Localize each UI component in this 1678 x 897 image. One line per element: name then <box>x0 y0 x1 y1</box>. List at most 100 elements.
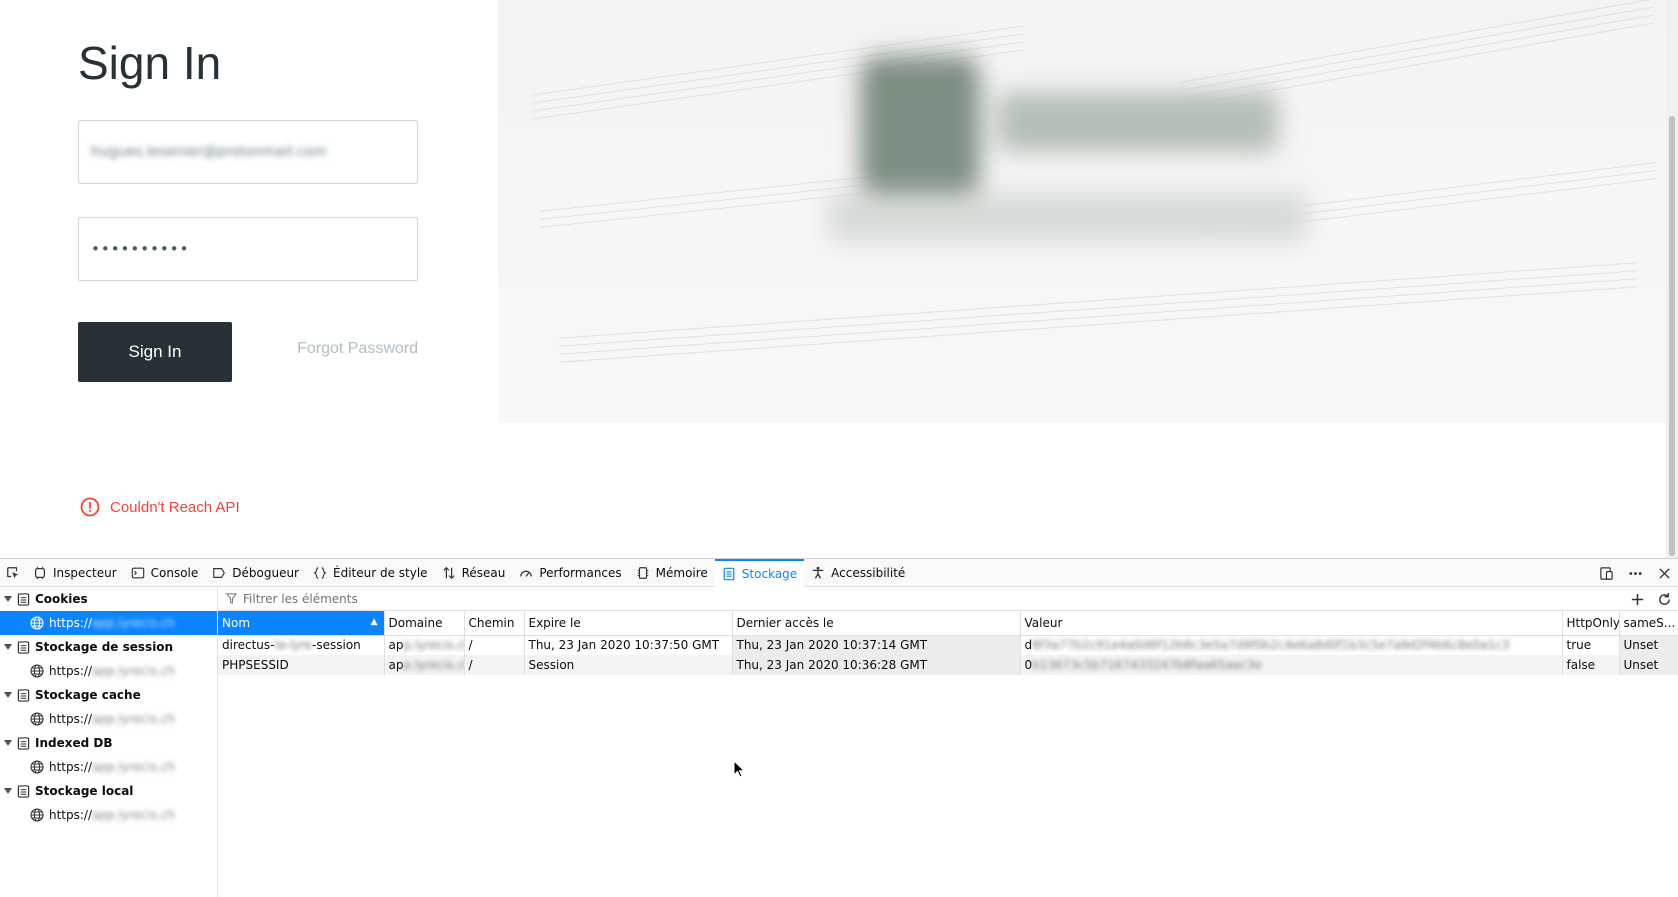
cell-value: 0b13673c5b7167433247b8faa65aac3e <box>1020 655 1563 675</box>
api-error-text: Couldn't Reach API <box>110 498 240 516</box>
cell-httponly: false <box>1562 655 1620 675</box>
tab-accessibility[interactable]: Accessibilité <box>804 559 912 587</box>
filter-bar[interactable]: Filtrer les éléments <box>218 587 1678 611</box>
add-item-icon[interactable] <box>1630 592 1645 607</box>
tab-storage[interactable]: Stockage <box>714 558 805 587</box>
cookies-table-body: directus-la-lyre-sessionapp.lyrecis.ch/ T… <box>218 635 1678 675</box>
page-scrollbar[interactable] <box>1666 0 1678 558</box>
column-header-last-access[interactable]: Dernier accès le <box>732 611 1021 636</box>
table-row[interactable]: PHPSESSIDapp.lyrecis.ch/SessionThu, 23 J… <box>218 655 1678 675</box>
tree-item-host: app.lyrecis.ch <box>92 712 176 726</box>
cell-domain: app.lyrecis.ch <box>384 655 465 675</box>
chevron-down-icon <box>4 596 12 602</box>
tab-performance[interactable]: Performances <box>512 559 628 587</box>
tree-item-prefix: https:// <box>49 808 93 822</box>
style-editor-icon <box>313 566 327 579</box>
column-header-httponly[interactable]: HttpOnly <box>1562 611 1620 636</box>
forgot-password-link[interactable]: Forgot Password <box>297 340 418 358</box>
tree-group-label: Indexed DB <box>35 736 113 750</box>
cell-name: directus-la-lyre-session <box>218 635 385 655</box>
tree-item-prefix: https:// <box>49 760 93 774</box>
cell-name: PHPSESSID <box>218 655 385 675</box>
chevron-down-icon <box>4 788 12 794</box>
tree-item-host: app.lyrecis.ch <box>92 808 176 822</box>
tree-group[interactable]: Stockage cache <box>0 683 217 707</box>
globe-icon <box>30 808 44 822</box>
cell-samesite: Unset <box>1619 635 1678 655</box>
tab-console[interactable]: Console <box>124 559 206 587</box>
tab-style-editor[interactable]: Éditeur de style <box>306 559 435 587</box>
column-header-expires[interactable]: Expire le <box>524 611 733 636</box>
column-header-path[interactable]: Chemin <box>464 611 525 636</box>
performance-icon <box>520 570 533 577</box>
sheet-music-background <box>498 0 1666 423</box>
globe-icon <box>30 616 44 630</box>
chevron-down-icon <box>4 692 12 698</box>
globe-icon <box>30 664 44 678</box>
close-icon[interactable] <box>1657 566 1672 581</box>
tab-inspector[interactable]: Inspecteur <box>26 559 124 587</box>
storage-table-pane: Filtrer les éléments Nom ▲ Domaine Chemi… <box>218 587 1678 897</box>
app-window: Sign In hugues.lesenier@protonmail.com •… <box>0 0 1678 897</box>
element-picker-icon <box>7 566 19 578</box>
cell-domain: app.lyrecis.ch <box>384 635 465 655</box>
chevron-down-icon <box>4 740 12 746</box>
cell-last-access: Thu, 23 Jan 2020 10:37:14 GMT <box>732 635 1021 655</box>
column-header-value[interactable]: Valeur <box>1020 611 1563 636</box>
cell-last-access: Thu, 23 Jan 2020 10:36:28 GMT <box>732 655 1021 675</box>
inspector-icon <box>35 566 45 579</box>
responsive-mode-icon[interactable] <box>1599 566 1614 581</box>
page-title: Sign In <box>78 37 222 89</box>
storage-icon <box>17 784 30 798</box>
devtools-window-controls <box>1599 559 1672 587</box>
api-error-notice: Couldn't Reach API <box>80 497 240 517</box>
storage-icon <box>17 736 30 750</box>
tree-group[interactable]: Cookies <box>0 587 217 611</box>
storage-tree: Cookies https://app.lyrecis.ch Stockage de… <box>0 587 218 897</box>
tree-item-origin[interactable]: https://app.lyrecis.ch <box>0 803 217 827</box>
password-field[interactable]: •••••••••• <box>78 217 418 281</box>
debugger-icon <box>213 567 226 578</box>
filter-icon <box>226 593 237 604</box>
table-header-row: Nom ▲ Domaine Chemin Expire le Dernier ac… <box>218 611 1678 636</box>
storage-panel: Cookies https://app.lyrecis.ch Stockage de… <box>0 587 1678 897</box>
tree-group[interactable]: Stockage local <box>0 779 217 803</box>
tab-debugger[interactable]: Débogueur <box>205 559 306 587</box>
network-icon <box>442 566 455 579</box>
password-value: •••••••••• <box>91 240 190 258</box>
tree-item-prefix: https:// <box>49 664 93 678</box>
storage-icon <box>17 688 30 702</box>
refresh-icon[interactable] <box>1657 592 1672 607</box>
tree-group[interactable]: Indexed DB <box>0 731 217 755</box>
cell-samesite: Unset <box>1619 655 1678 675</box>
column-header-name[interactable]: Nom ▲ <box>218 611 385 636</box>
tree-group[interactable]: Stockage de session <box>0 635 217 659</box>
tree-group-label: Stockage cache <box>35 688 141 702</box>
element-picker-button[interactable] <box>0 559 26 587</box>
tab-memory[interactable]: Mémoire <box>629 559 715 587</box>
cell-path: / <box>464 655 525 675</box>
login-panel: Sign In hugues.lesenier@protonmail.com •… <box>0 0 498 558</box>
background-panel <box>498 0 1666 558</box>
blurred-logo <box>828 32 1308 254</box>
filter-input[interactable]: Filtrer les éléments <box>243 592 358 606</box>
tree-item-host: app.lyrecis.ch <box>92 616 176 630</box>
tree-item-origin[interactable]: https://app.lyrecis.ch <box>0 659 217 683</box>
cookies-table: Nom ▲ Domaine Chemin Expire le Dernier ac… <box>218 611 1678 675</box>
column-header-samesite[interactable]: sameS... <box>1619 611 1678 636</box>
email-field[interactable]: hugues.lesenier@protonmail.com <box>78 120 418 184</box>
accessibility-icon <box>812 566 824 579</box>
table-row[interactable]: directus-la-lyre-sessionapp.lyrecis.ch/ T… <box>218 635 1678 655</box>
tree-item-origin[interactable]: https://app.lyrecis.ch <box>0 755 217 779</box>
chevron-down-icon <box>4 644 12 650</box>
more-options-icon[interactable] <box>1628 566 1643 581</box>
tree-item-origin[interactable]: https://app.lyrecis.ch <box>0 707 217 731</box>
sign-in-button[interactable]: Sign In <box>78 322 232 382</box>
column-header-domain[interactable]: Domaine <box>384 611 465 636</box>
tree-item-origin[interactable]: https://app.lyrecis.ch <box>0 611 217 635</box>
tree-item-prefix: https:// <box>49 712 93 726</box>
storage-icon <box>17 592 30 606</box>
tab-network[interactable]: Réseau <box>435 559 513 587</box>
email-value: hugues.lesenier@protonmail.com <box>91 144 327 160</box>
cell-path: / <box>464 635 525 655</box>
